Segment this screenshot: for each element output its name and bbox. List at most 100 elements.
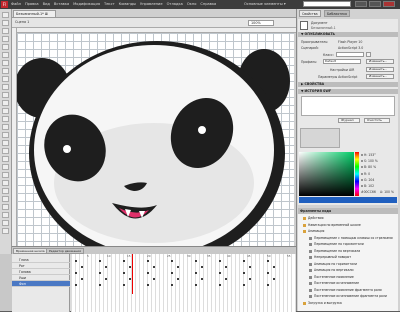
pencil-icon[interactable]: [366, 52, 371, 57]
keyframe[interactable]: [153, 266, 155, 268]
tool-button[interactable]: [2, 220, 9, 226]
color-value-s[interactable]: S: 100 %: [361, 159, 378, 163]
scene-label[interactable]: Сцена 1: [15, 20, 29, 24]
keyframe[interactable]: [267, 272, 269, 274]
keyframe[interactable]: [225, 266, 227, 268]
keyframe[interactable]: [99, 272, 101, 274]
air-edit-button[interactable]: Изменить...: [366, 67, 394, 72]
keyframe[interactable]: [171, 260, 173, 262]
snippet-item[interactable]: Постепенное исчезновение: [300, 281, 397, 286]
menu-item[interactable]: Файл: [11, 0, 21, 9]
playhead[interactable]: [132, 254, 133, 294]
color-value-h[interactable]: H: 153°: [361, 153, 376, 157]
panda-artwork[interactable]: [14, 33, 294, 265]
menu-item[interactable]: Окно: [187, 0, 197, 9]
tool-button[interactable]: [2, 92, 9, 98]
section-publish[interactable]: ▼ ОПУБЛИКОВАТЬ: [298, 32, 398, 37]
tool-button[interactable]: [2, 140, 9, 146]
keyframe[interactable]: [75, 284, 77, 286]
keyframe[interactable]: [129, 278, 131, 280]
keyframe[interactable]: [99, 260, 101, 262]
tool-button[interactable]: [2, 164, 9, 170]
keyframe[interactable]: [243, 272, 245, 274]
keyframe[interactable]: [81, 278, 83, 280]
keyframe[interactable]: [249, 278, 251, 280]
menu-item[interactable]: Вид: [43, 0, 50, 9]
tool-button[interactable]: [2, 132, 9, 138]
snippet-item[interactable]: Анимация по вертикали: [300, 268, 397, 273]
tool-button[interactable]: [2, 188, 9, 194]
keyframe[interactable]: [267, 260, 269, 262]
color-value-b[interactable]: B: 80 %: [361, 165, 376, 169]
menu-item[interactable]: Правка: [25, 0, 39, 9]
snippet-item[interactable]: Перемещение с помощью клавиш со стрелкам…: [300, 236, 397, 241]
tool-button[interactable]: [2, 44, 9, 50]
hue-slider[interactable]: [355, 152, 359, 196]
menu-item[interactable]: Отладка: [167, 0, 183, 9]
as-edit-button[interactable]: Изменить...: [366, 74, 394, 79]
snippet-item[interactable]: Действия: [300, 216, 397, 221]
section-properties[interactable]: ▶ СВОЙСТВА: [298, 82, 398, 87]
profile-select[interactable]: Default: [323, 59, 361, 64]
color-value-g[interactable]: G: 204: [361, 178, 374, 182]
keyframe[interactable]: [171, 272, 173, 274]
keyframe[interactable]: [177, 278, 179, 280]
menu-item[interactable]: Справка: [200, 0, 216, 9]
keyframe[interactable]: [147, 284, 149, 286]
tool-button[interactable]: [2, 76, 9, 82]
keyframe[interactable]: [99, 284, 101, 286]
tool-button[interactable]: [2, 124, 9, 130]
color-hex[interactable]: #00CC66: [361, 190, 376, 194]
frame-grid[interactable]: 5 10 15 20 25 30 35 40 45 50 55: [71, 254, 296, 312]
tool-button[interactable]: [2, 52, 9, 58]
keyframe[interactable]: [243, 284, 245, 286]
keyframe[interactable]: [75, 272, 77, 274]
tab-properties[interactable]: Свойства: [299, 10, 321, 17]
tool-button[interactable]: [2, 212, 9, 218]
tool-button[interactable]: [2, 36, 9, 42]
keyframe[interactable]: [273, 278, 275, 280]
close-window-button[interactable]: [383, 1, 395, 7]
tool-button[interactable]: [2, 28, 9, 34]
snippet-item[interactable]: Загрузка и выгрузка: [300, 301, 397, 306]
menu-item[interactable]: Модификация: [73, 0, 100, 9]
keyframe[interactable]: [243, 260, 245, 262]
keyframe[interactable]: [123, 284, 125, 286]
keyframe[interactable]: [195, 284, 197, 286]
color-picker-field[interactable]: [299, 152, 354, 196]
snippet-item[interactable]: Перемещение по вертикали: [300, 249, 397, 254]
keyframe[interactable]: [195, 260, 197, 262]
keyframe[interactable]: [177, 266, 179, 268]
class-input[interactable]: [336, 52, 364, 57]
profile-edit-button[interactable]: Изменить...: [366, 59, 394, 64]
tab-library[interactable]: Библиотека: [324, 10, 350, 17]
keyframe[interactable]: [105, 266, 107, 268]
log-button[interactable]: Журнал: [338, 118, 360, 123]
keyframe[interactable]: [201, 266, 203, 268]
timeline-layer[interactable]: Фон: [12, 281, 70, 287]
keyframe[interactable]: [267, 284, 269, 286]
snippet-item[interactable]: Анимация по горизонтали: [300, 262, 397, 267]
keyframe[interactable]: [123, 260, 125, 262]
tool-button[interactable]: [2, 172, 9, 178]
tool-button[interactable]: [2, 84, 9, 90]
keyframe[interactable]: [171, 284, 173, 286]
keyframe[interactable]: [219, 272, 221, 274]
tool-button[interactable]: [2, 204, 9, 210]
snippet-item[interactable]: Перемещение по горизонтали: [300, 242, 397, 247]
clear-button[interactable]: Очистить: [364, 118, 390, 123]
color-value-r[interactable]: R: 0: [361, 172, 370, 176]
script-value[interactable]: ActionScript 3.0: [338, 46, 363, 50]
tool-button[interactable]: [2, 68, 9, 74]
keyframe[interactable]: [249, 266, 251, 268]
keyframe[interactable]: [153, 278, 155, 280]
keyframe[interactable]: [219, 284, 221, 286]
section-swf-history[interactable]: ▼ ИСТОРИЯ SWF: [298, 89, 398, 94]
keyframe[interactable]: [147, 260, 149, 262]
menu-item[interactable]: Команды: [119, 0, 136, 9]
zoom-select[interactable]: 100%: [248, 20, 274, 26]
keyframe[interactable]: [195, 272, 197, 274]
keyframe[interactable]: [129, 266, 131, 268]
snippet-item[interactable]: Постепенное появление: [300, 275, 397, 280]
tool-button[interactable]: [2, 20, 9, 26]
